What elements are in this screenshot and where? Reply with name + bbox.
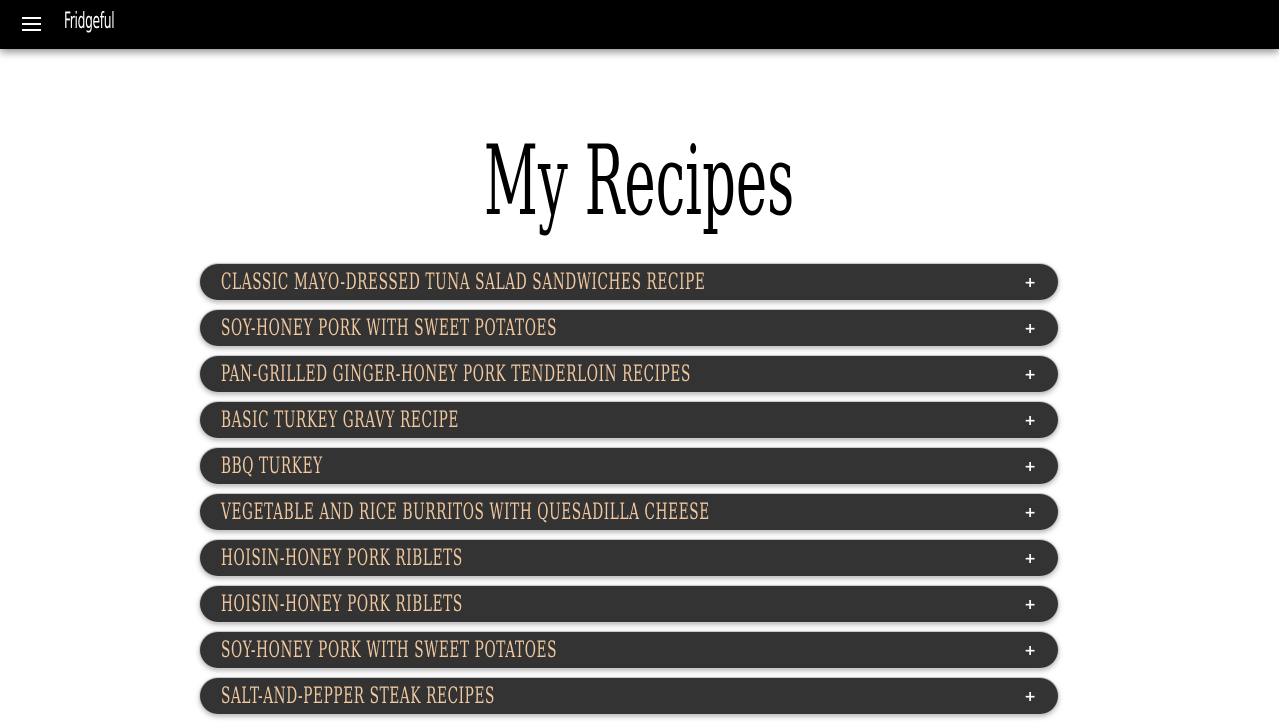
plus-icon[interactable]: + (1024, 264, 1036, 300)
recipe-item[interactable]: Hoisin-Honey Pork Riblets + (200, 540, 1058, 576)
recipe-name: Classic Mayo-Dressed Tuna Salad Sandwich… (221, 270, 706, 295)
recipe-item[interactable]: BBQ Turkey + (200, 448, 1058, 484)
recipe-name: Hoisin-Honey Pork Riblets (221, 546, 463, 571)
plus-icon[interactable]: + (1024, 310, 1036, 346)
recipe-item[interactable]: Soy-Honey Pork with Sweet Potatoes + (200, 310, 1058, 346)
recipe-name: Salt-and-Pepper Steak Recipes (221, 684, 496, 709)
plus-icon[interactable]: + (1024, 448, 1036, 484)
recipe-item[interactable]: Classic Mayo-Dressed Tuna Salad Sandwich… (200, 264, 1058, 300)
brand-title[interactable]: Fridgeful (64, 9, 115, 34)
recipe-name: Hoisin-Honey Pork Riblets (221, 592, 463, 617)
top-app-bar: Fridgeful (0, 0, 1279, 49)
plus-icon[interactable]: + (1024, 356, 1036, 392)
recipe-name: Pan-Grilled Ginger-Honey Pork Tenderloin… (221, 362, 691, 387)
hamburger-menu-icon[interactable] (22, 17, 42, 33)
recipe-name: Soy-Honey Pork with Sweet Potatoes (221, 316, 558, 341)
page-title: My Recipes (0, 126, 1279, 236)
recipe-item[interactable]: Hoisin-Honey Pork Riblets + (200, 586, 1058, 622)
recipe-name: Vegetable and Rice Burritos with Quesadi… (221, 500, 710, 525)
recipe-item[interactable]: Salt-and-Pepper Steak Recipes + (200, 678, 1058, 714)
plus-icon[interactable]: + (1024, 632, 1036, 668)
recipe-list: Classic Mayo-Dressed Tuna Salad Sandwich… (200, 264, 1058, 724)
recipe-name: BBQ Turkey (221, 454, 323, 479)
recipe-name: Basic Turkey Gravy Recipe (221, 408, 459, 433)
plus-icon[interactable]: + (1024, 540, 1036, 576)
plus-icon[interactable]: + (1024, 402, 1036, 438)
recipe-item[interactable]: Soy-Honey Pork with Sweet Potatoes + (200, 632, 1058, 668)
recipe-name: Soy-Honey Pork with Sweet Potatoes (221, 638, 558, 663)
page-title-text: My Recipes (484, 125, 795, 237)
recipe-item[interactable]: Pan-Grilled Ginger-Honey Pork Tenderloin… (200, 356, 1058, 392)
plus-icon[interactable]: + (1024, 494, 1036, 530)
plus-icon[interactable]: + (1024, 678, 1036, 714)
recipe-item[interactable]: Vegetable and Rice Burritos with Quesadi… (200, 494, 1058, 530)
plus-icon[interactable]: + (1024, 586, 1036, 622)
recipe-item[interactable]: Basic Turkey Gravy Recipe + (200, 402, 1058, 438)
